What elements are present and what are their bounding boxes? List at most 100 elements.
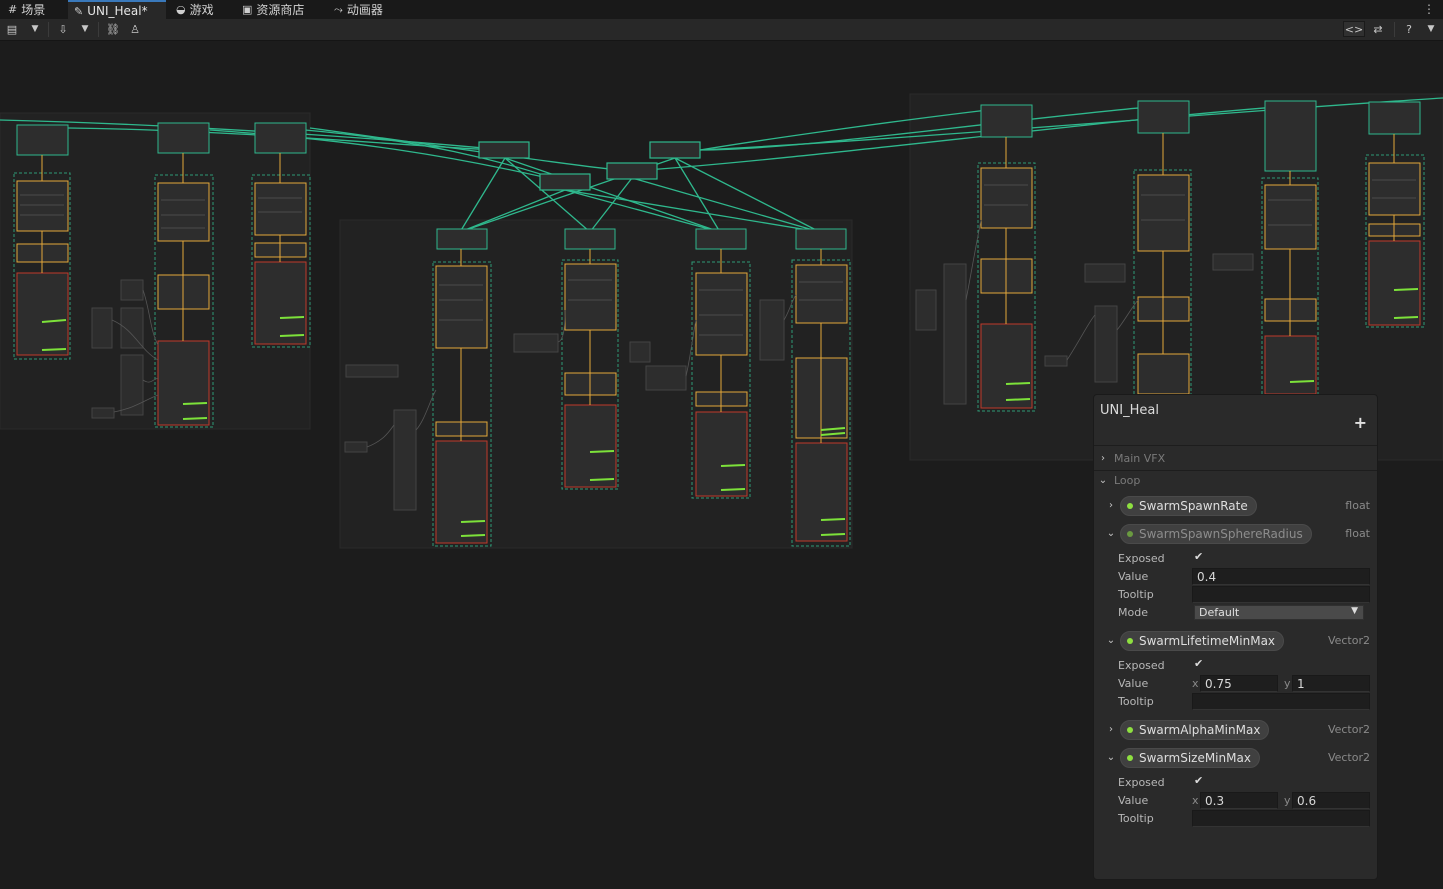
add-property-button[interactable]: +	[1354, 413, 1367, 432]
category-label: Main VFX	[1114, 452, 1166, 465]
help-icon[interactable]: ?	[1401, 21, 1417, 37]
value-x-input[interactable]: 0.75	[1200, 675, 1278, 692]
dropdown-icon[interactable]: ▼	[78, 21, 92, 37]
value-y-input[interactable]: 0.6	[1292, 792, 1370, 809]
property-pill[interactable]: SwarmSpawnSphereRadius	[1120, 524, 1312, 544]
property-dot-icon	[1127, 531, 1133, 537]
value-label: Value	[1118, 677, 1149, 690]
exposed-checkbox[interactable]: ✔	[1194, 550, 1203, 563]
chevron-right-icon[interactable]: ›	[1106, 724, 1116, 735]
property-dot-icon	[1127, 755, 1133, 761]
tooltip-label: Tooltip	[1118, 812, 1154, 825]
shopping-bag-icon: ▣	[242, 3, 253, 16]
dropdown-icon[interactable]: ▼	[28, 21, 42, 37]
value-y-input[interactable]: 1	[1292, 675, 1370, 692]
tooltip-label: Tooltip	[1118, 588, 1154, 601]
exposed-label: Exposed	[1118, 552, 1165, 565]
tab-scene[interactable]: # 场景	[2, 0, 64, 19]
tab-label: 动画器	[346, 3, 383, 17]
code-brackets-icon[interactable]: <>	[1343, 21, 1365, 37]
property-type: float	[1345, 527, 1370, 540]
chevron-down-icon[interactable]: ⌄	[1106, 752, 1116, 763]
property-name: SwarmAlphaMinMax	[1139, 723, 1261, 737]
grid-icon: #	[8, 3, 18, 16]
value-row: Value x 0.75 y 1	[1118, 675, 1370, 693]
property-swarm-alpha-min-max[interactable]: › SwarmAlphaMinMax Vector2	[1106, 720, 1370, 740]
value-label: Value	[1118, 570, 1149, 583]
tooltip-input[interactable]	[1192, 810, 1370, 827]
tooltip-row: Tooltip	[1118, 586, 1370, 604]
property-dot-icon	[1127, 727, 1133, 733]
exposed-row: Exposed ✔	[1118, 550, 1370, 568]
property-swarm-size-min-max[interactable]: ⌄ SwarmSizeMinMax Vector2	[1106, 748, 1370, 768]
exposed-row: Exposed ✔	[1118, 774, 1370, 792]
exposed-checkbox[interactable]: ✔	[1194, 774, 1203, 787]
tab-uni-heal[interactable]: ✎ UNI_Heal*	[68, 0, 166, 20]
tab-label: UNI_Heal*	[87, 4, 148, 18]
property-dot-icon	[1127, 638, 1133, 644]
dropdown-arrow-icon: ▼	[1351, 606, 1358, 616]
gamepad-icon: ◒	[176, 3, 186, 16]
exposed-row: Exposed ✔	[1118, 657, 1370, 675]
property-name: SwarmSizeMinMax	[1139, 751, 1251, 765]
y-axis-label: y	[1284, 794, 1291, 807]
chevron-right-icon: ›	[1101, 453, 1105, 464]
toolbar-separator	[98, 22, 99, 37]
tooltip-label: Tooltip	[1118, 695, 1154, 708]
category-main-vfx[interactable]: › Main VFX	[1098, 452, 1165, 465]
property-swarm-spawn-rate[interactable]: › SwarmSpawnRate float	[1106, 496, 1370, 516]
tooltip-row: Tooltip	[1118, 810, 1370, 828]
property-pill[interactable]: SwarmAlphaMinMax	[1120, 720, 1270, 740]
property-name: SwarmSpawnRate	[1139, 499, 1248, 513]
animator-icon: ⤳	[334, 2, 343, 16]
mode-value: Default	[1199, 606, 1240, 619]
property-type: Vector2	[1327, 634, 1370, 647]
more-options-icon[interactable]: ⋮	[1423, 2, 1435, 16]
tooltip-input[interactable]	[1192, 586, 1370, 603]
value-x-input[interactable]: 0.3	[1200, 792, 1278, 809]
download-icon[interactable]: ⇩	[54, 21, 72, 37]
exposed-label: Exposed	[1118, 776, 1165, 789]
tab-label: 游戏	[189, 3, 214, 17]
property-pill[interactable]: SwarmSizeMinMax	[1120, 748, 1260, 768]
tooltip-row: Tooltip	[1118, 693, 1370, 711]
vfx-toolbar: ▤ ▼ ⇩ ▼ ⛓ ♙ <> ⇄ ? ▼	[0, 19, 1443, 41]
save-icon[interactable]: ▤	[4, 21, 20, 37]
property-swarm-lifetime-min-max[interactable]: ⌄ SwarmLifetimeMinMax Vector2	[1106, 631, 1370, 651]
value-row: Value 0.4	[1118, 568, 1370, 586]
exposed-checkbox[interactable]: ✔	[1194, 657, 1203, 670]
link-icon[interactable]: ⛓	[104, 21, 122, 37]
property-pill[interactable]: SwarmLifetimeMinMax	[1120, 631, 1285, 651]
property-pill[interactable]: SwarmSpawnRate	[1120, 496, 1257, 516]
toolbar-separator	[48, 22, 49, 37]
tooltip-input[interactable]	[1192, 693, 1370, 710]
dropdown-icon[interactable]: ▼	[1424, 21, 1438, 37]
value-label: Value	[1118, 794, 1149, 807]
chevron-down-icon[interactable]: ⌄	[1106, 528, 1116, 539]
tab-label: 资源商店	[256, 3, 305, 17]
property-type: Vector2	[1327, 723, 1370, 736]
x-axis-label: x	[1192, 794, 1199, 807]
blackboard-panel: UNI_Heal + › Main VFX ⌄ Loop › SwarmSpaw…	[1093, 394, 1378, 880]
compare-icon[interactable]: ⇄	[1369, 21, 1387, 37]
value-input[interactable]: 0.4	[1192, 568, 1370, 585]
exposed-label: Exposed	[1118, 659, 1165, 672]
mode-label: Mode	[1118, 606, 1148, 619]
chevron-down-icon[interactable]: ⌄	[1106, 635, 1116, 646]
tab-game[interactable]: ◒ 游戏	[170, 0, 230, 19]
x-axis-label: x	[1192, 677, 1199, 690]
vfx-icon: ✎	[74, 4, 84, 18]
lock-icon[interactable]: ♙	[128, 21, 142, 37]
tab-asset-store[interactable]: ▣ 资源商店	[236, 0, 320, 19]
chevron-right-icon[interactable]: ›	[1106, 500, 1116, 511]
tab-animator[interactable]: ⤳ 动画器	[328, 0, 394, 19]
property-swarm-spawn-sphere-radius[interactable]: ⌄ SwarmSpawnSphereRadius float	[1106, 524, 1370, 544]
value-row: Value x 0.3 y 0.6	[1118, 792, 1370, 810]
toolbar-separator	[1394, 22, 1395, 37]
property-type: Vector2	[1327, 751, 1370, 764]
property-type: float	[1345, 499, 1370, 512]
blackboard-title: UNI_Heal	[1100, 403, 1159, 418]
mode-dropdown[interactable]: Default ▼	[1194, 605, 1364, 620]
property-name: SwarmLifetimeMinMax	[1139, 634, 1276, 648]
category-loop[interactable]: ⌄ Loop	[1098, 474, 1141, 487]
